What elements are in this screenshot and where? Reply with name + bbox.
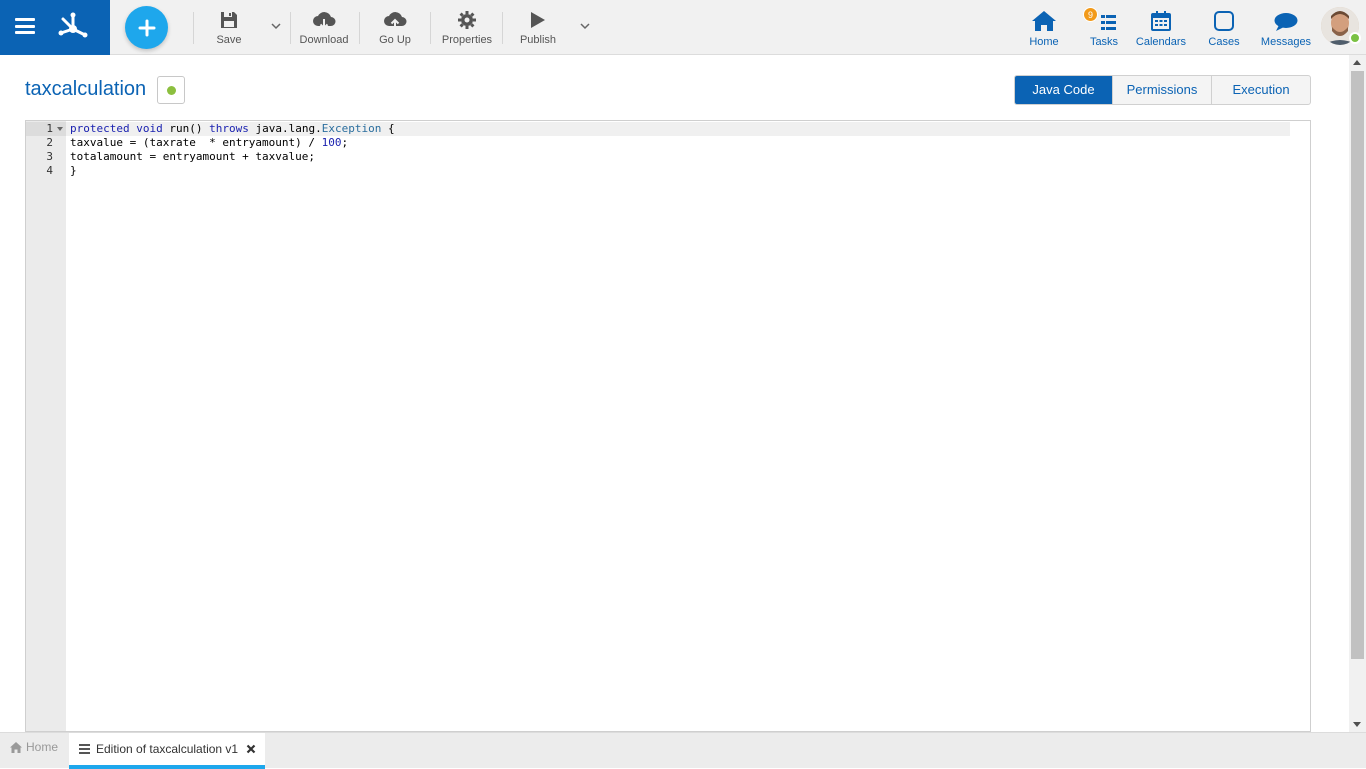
nav-tasks-label: Tasks	[1089, 36, 1119, 48]
nav-messages[interactable]: Messages	[1259, 6, 1313, 48]
bottom-tab-home-label: Home	[26, 740, 59, 754]
fold-arrow-icon[interactable]	[57, 127, 63, 131]
save-label: Save	[216, 34, 242, 46]
tab-execution[interactable]: Execution	[1212, 76, 1310, 104]
properties-button[interactable]: Properties	[440, 8, 494, 46]
code-token: 100	[321, 136, 342, 149]
save-icon	[221, 12, 237, 28]
status-dot-icon	[166, 85, 176, 95]
code-line[interactable]: 2 taxvalue = (taxrate * entryamount) / 1…	[26, 136, 1310, 150]
nav-calendars-label: Calendars	[1135, 36, 1187, 48]
nav-cases[interactable]: Cases	[1206, 6, 1242, 48]
bottom-tab-edition-label: Edition of taxcalculation v1	[96, 742, 239, 756]
nav-calendars[interactable]: Calendars	[1134, 6, 1188, 48]
calendar-icon	[1151, 11, 1171, 31]
save-options-chevron-down-icon[interactable]	[270, 20, 282, 32]
publish-label: Publish	[519, 34, 557, 46]
cloud-download-icon	[313, 12, 336, 30]
scrollbar-thumb[interactable]	[1351, 71, 1364, 659]
scroll-down-arrow-icon[interactable]	[1353, 722, 1361, 727]
vertical-scrollbar[interactable]	[1349, 55, 1366, 732]
app-logo-icon[interactable]	[55, 9, 91, 45]
code-line[interactable]: 4 }	[26, 164, 1310, 178]
top-toolbar: Save Download Go Up Properties Publish H…	[0, 0, 1366, 55]
bottom-tab-home[interactable]: Home	[10, 740, 58, 754]
code-token: void	[136, 122, 163, 135]
line-number: 4	[46, 164, 53, 177]
status-indicator-button[interactable]	[157, 76, 185, 104]
save-button[interactable]: Save	[212, 8, 246, 46]
code-line[interactable]: 1 protected void run() throws java.lang.…	[26, 122, 1290, 136]
tab-permissions[interactable]: Permissions	[1113, 76, 1212, 104]
publish-options-chevron-down-icon[interactable]	[579, 20, 591, 32]
nav-tasks[interactable]: 9 Tasks	[1083, 6, 1123, 48]
code-token: java.lang.	[255, 122, 322, 135]
toolbar-divider	[359, 12, 360, 44]
download-label: Download	[299, 34, 349, 46]
code-editor[interactable]: 1 protected void run() throws java.lang.…	[25, 120, 1311, 732]
code-token: ;	[341, 136, 349, 149]
home-icon	[1032, 11, 1056, 31]
line-number: 2	[46, 136, 53, 149]
download-button[interactable]: Download	[296, 8, 352, 46]
code-text: }	[70, 164, 77, 177]
toolbar-divider	[193, 12, 194, 44]
properties-label: Properties	[441, 34, 493, 46]
view-tabs: Java Code Permissions Execution	[1014, 75, 1311, 105]
tasks-count-badge: 9	[1083, 7, 1098, 22]
nav-cases-label: Cases	[1208, 36, 1240, 48]
go-up-button[interactable]: Go Up	[374, 8, 416, 46]
code-token: run()	[169, 122, 210, 135]
brand-area	[0, 0, 110, 55]
code-line[interactable]: 3 totalamount = entryamount + taxvalue;	[26, 150, 1310, 164]
close-icon[interactable]	[246, 744, 256, 754]
gear-icon	[458, 11, 476, 29]
bottom-tab-edition[interactable]: Edition of taxcalculation v1	[69, 733, 265, 769]
add-button[interactable]	[125, 6, 168, 49]
home-icon	[10, 741, 22, 753]
code-text: totalamount = entryamount + taxvalue;	[70, 150, 316, 163]
bottom-tab-bar: Home Edition of taxcalculation v1	[0, 732, 1366, 769]
speech-bubble-icon	[1274, 13, 1298, 31]
cloud-upload-icon	[384, 12, 407, 29]
document-list-icon	[79, 744, 90, 754]
nav-home-label: Home	[1029, 36, 1059, 48]
line-number: 3	[46, 150, 53, 163]
plus-icon	[138, 19, 155, 36]
code-token: Exception	[321, 122, 382, 135]
go-up-label: Go Up	[379, 34, 411, 46]
cases-icon	[1214, 11, 1234, 31]
tab-java-code[interactable]: Java Code	[1015, 76, 1113, 104]
toolbar-divider	[430, 12, 431, 44]
code-token: protected	[70, 122, 130, 135]
nav-home[interactable]: Home	[1027, 6, 1061, 48]
code-token: {	[381, 122, 395, 135]
code-token: throws	[209, 122, 249, 135]
code-token: taxvalue = (taxrate * entryamount) /	[70, 136, 322, 149]
scroll-up-arrow-icon[interactable]	[1353, 60, 1361, 65]
page-title: taxcalculation	[25, 78, 147, 100]
toolbar-divider	[290, 12, 291, 44]
menu-icon[interactable]	[15, 18, 35, 34]
nav-messages-label: Messages	[1260, 36, 1312, 48]
play-icon	[531, 12, 545, 28]
toolbar-divider	[502, 12, 503, 44]
online-status-dot	[1349, 32, 1361, 44]
publish-button[interactable]: Publish	[518, 8, 558, 46]
